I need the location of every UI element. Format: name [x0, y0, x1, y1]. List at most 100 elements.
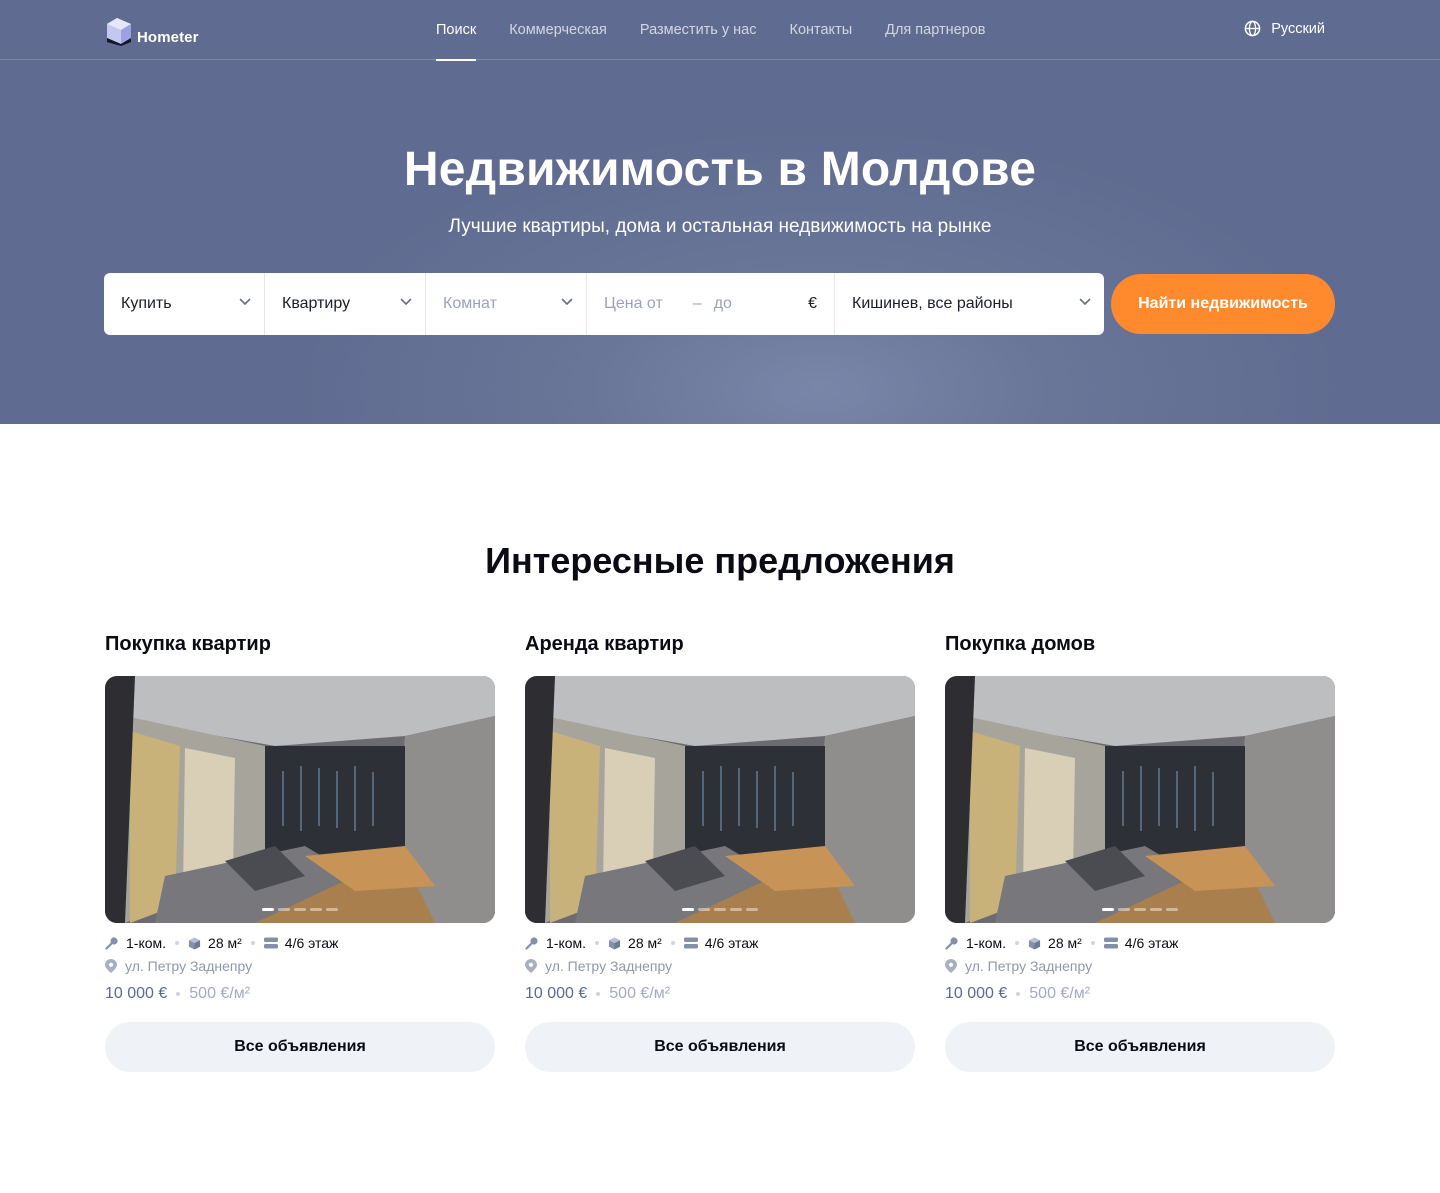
carousel-dots[interactable]	[1102, 908, 1182, 911]
listing-photo[interactable]	[105, 676, 495, 923]
rooms-count: 1-ком.	[126, 935, 167, 951]
carousel-dot[interactable]	[310, 908, 322, 911]
property-type-select[interactable]: Квартиру	[265, 273, 426, 335]
carousel-dot[interactable]	[294, 908, 306, 911]
listing-photo[interactable]	[945, 676, 1335, 923]
cube-area-icon	[188, 936, 201, 950]
listing-meta: 1-ком. 28 м² 4/6 этаж	[525, 935, 758, 951]
carousel-dot[interactable]	[1118, 908, 1130, 911]
rooms-select[interactable]: Комнат	[426, 273, 587, 335]
address-text: ул. Петру Заднепру	[545, 958, 673, 974]
listing-photo[interactable]	[525, 676, 915, 923]
location-pin-icon	[105, 959, 117, 973]
address-text: ул. Петру Заднепру	[125, 958, 253, 974]
nav-item-search[interactable]: Поиск	[436, 0, 477, 61]
separator-dot	[250, 941, 255, 945]
carousel-dot[interactable]	[714, 908, 726, 911]
all-listings-button[interactable]: Все объявления	[945, 1022, 1335, 1072]
carousel-dot[interactable]	[278, 908, 290, 911]
hero-subtitle: Лучшие квартиры, дома и остальная недвиж…	[448, 216, 992, 237]
carousel-dot[interactable]	[1134, 908, 1146, 911]
carousel-dot[interactable]	[682, 908, 694, 911]
key-icon	[945, 936, 959, 950]
property-type-value: Квартиру	[282, 295, 351, 312]
location-pin-icon	[525, 959, 537, 973]
cube-area-icon	[1028, 936, 1041, 950]
location-select[interactable]: Кишинев, все районы	[835, 273, 1104, 335]
separator-dot	[1090, 941, 1095, 945]
room-photo-image	[945, 676, 1335, 923]
rooms-count: 1-ком.	[546, 935, 587, 951]
listing-meta: 1-ком. 28 м² 4/6 этаж	[105, 935, 338, 951]
separator-dot	[175, 941, 180, 945]
all-listings-button[interactable]: Все объявления	[525, 1022, 915, 1072]
listing-price: 10 000 € 500 €/м²	[945, 985, 1090, 1003]
carousel-dot[interactable]	[262, 908, 274, 911]
key-icon	[105, 936, 119, 950]
floor-value: 4/6 этаж	[704, 935, 759, 951]
price-per-m2: 500 €/м²	[1029, 985, 1091, 1002]
location-value: Кишинев, все районы	[852, 295, 1013, 312]
listing-address: ул. Петру Заднепру	[525, 958, 672, 974]
nav-item-partners[interactable]: Для партнеров	[885, 0, 985, 60]
carousel-dot[interactable]	[326, 908, 338, 911]
address-text: ул. Петру Заднепру	[965, 958, 1093, 974]
all-listings-button[interactable]: Все объявления	[105, 1022, 495, 1072]
rooms-count: 1-ком.	[966, 935, 1007, 951]
offer-card: Покупка квартир 1-ком. 28 м² 4/6 этаж ул…	[105, 633, 495, 1072]
carousel-dots[interactable]	[682, 908, 762, 911]
carousel-dots[interactable]	[262, 908, 342, 911]
main-nav: Поиск Коммерческая Разместить у нас Конт…	[436, 0, 1019, 61]
deal-type-value: Купить	[121, 295, 172, 312]
carousel-dot[interactable]	[746, 908, 758, 911]
area-value: 28 м²	[208, 935, 242, 951]
nav-item-commercial[interactable]: Коммерческая	[509, 0, 607, 60]
floors-icon	[263, 937, 278, 949]
floors-icon	[683, 937, 698, 949]
listing-meta: 1-ком. 28 м² 4/6 этаж	[945, 935, 1178, 951]
find-property-button[interactable]: Найти недвижимость	[1111, 274, 1335, 334]
listing-address: ул. Петру Заднепру	[945, 958, 1092, 974]
carousel-dot[interactable]	[1150, 908, 1162, 911]
floor-value: 4/6 этаж	[1124, 935, 1179, 951]
offer-card-title: Покупка домов	[945, 633, 1096, 655]
cube-area-icon	[608, 936, 621, 950]
chevron-down-icon	[1079, 298, 1091, 305]
language-selector[interactable]: Русский	[1244, 20, 1325, 37]
floor-value: 4/6 этаж	[284, 935, 339, 951]
location-pin-icon	[945, 959, 957, 973]
price-value: 10 000 €	[945, 985, 1008, 1002]
offers-title: Интересные предложения	[485, 540, 955, 581]
price-from-input[interactable]: Цена от	[604, 295, 663, 313]
carousel-dot[interactable]	[730, 908, 742, 911]
price-value: 10 000 €	[105, 985, 168, 1002]
nav-item-post-ad[interactable]: Разместить у нас	[640, 0, 757, 60]
offer-card: Покупка домов 1-ком. 28 м² 4/6 этаж ул. …	[945, 633, 1335, 1072]
price-value: 10 000 €	[525, 985, 588, 1002]
price-per-m2: 500 €/м²	[189, 985, 251, 1002]
deal-type-select[interactable]: Купить	[104, 273, 265, 335]
offer-card-title: Аренда квартир	[525, 633, 684, 655]
room-photo-image	[525, 676, 915, 923]
separator-dot	[670, 941, 675, 945]
carousel-dot[interactable]	[1166, 908, 1178, 911]
globe-icon	[1244, 20, 1261, 37]
chevron-down-icon	[239, 298, 251, 305]
hero: Hometer Поиск Коммерческая Разместить у …	[0, 0, 1440, 424]
currency-label: €	[808, 295, 817, 312]
room-photo-image	[105, 676, 495, 923]
nav-item-contacts[interactable]: Контакты	[790, 0, 853, 60]
area-value: 28 м²	[628, 935, 662, 951]
floors-icon	[1103, 937, 1118, 949]
key-icon	[525, 936, 539, 950]
listing-price: 10 000 € 500 €/м²	[105, 985, 250, 1003]
logo[interactable]: Hometer	[105, 16, 199, 46]
carousel-dot[interactable]	[698, 908, 710, 911]
hero-title: Недвижимость в Молдове	[403, 143, 1037, 196]
area-value: 28 м²	[1048, 935, 1082, 951]
carousel-dot[interactable]	[1102, 908, 1114, 911]
price-to-input[interactable]: до	[714, 295, 732, 313]
price-range: Цена от – до €	[587, 273, 835, 335]
search-bar: Купить Квартиру Комнат Цена от – до € Ки…	[104, 273, 1104, 335]
price-dash: –	[692, 295, 702, 312]
